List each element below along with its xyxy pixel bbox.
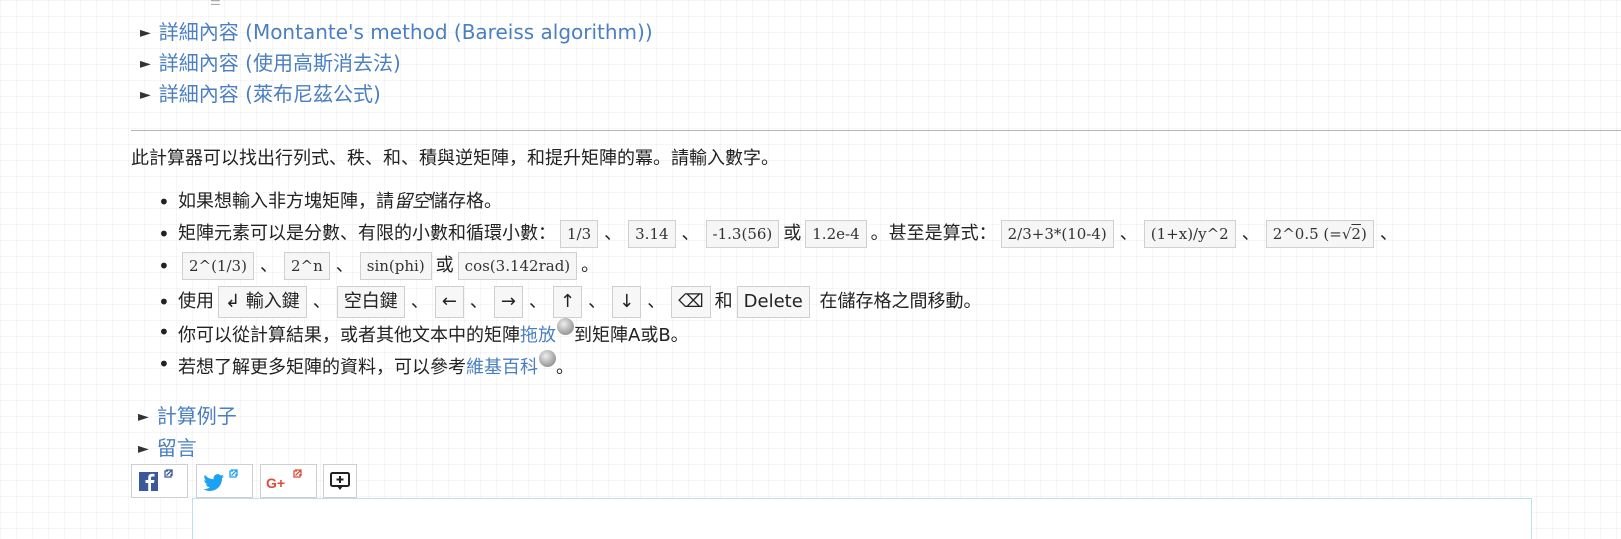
rule-non-square: 如果想輸入非方塊矩陣，請留空儲存格。 (158, 186, 1618, 218)
space-key: 空白鍵 (336, 286, 405, 318)
example-sci: 1.2e-4 (805, 220, 867, 248)
example-expr-6: sin(phi) (359, 252, 432, 280)
drag-drop-link[interactable]: 拖放 (520, 325, 556, 346)
comment-box[interactable] (192, 498, 1532, 539)
rule-drag-drop: 你可以從計算結果，或者其他文本中的矩陣拖放到矩陣A或B。 (158, 318, 1618, 350)
toggle-examples[interactable]: ► 計算例子 (138, 400, 237, 429)
twitter-icon (203, 469, 238, 491)
wikipedia-icon (557, 318, 574, 335)
example-expr-2: (1+x)/y^2 (1143, 220, 1236, 248)
rule-number-formats-cont: 2^(1/3)、2^n、sin(phi)或cos(3.142rad)。 (158, 250, 1618, 282)
example-decimal: 3.14 (628, 220, 676, 248)
details-montante[interactable]: ► 詳細內容 (Montante's method (Bareiss algori… (140, 16, 653, 45)
instruction-list: 如果想輸入非方塊矩陣，請留空儲存格。 矩陣元素可以是分數、有限的小數和循環小數：… (158, 186, 1618, 382)
rule-navigation-keys: 使用↲ 輸入鍵、空白鍵、←、→、↑、↓、⌫和Delete 在儲存格之間移動。 (158, 286, 1618, 318)
down-arrow-key: ↓ (612, 286, 642, 318)
example-expr-1: 2/3+3*(10-4) (1000, 220, 1114, 248)
svg-text:G+: G+ (266, 475, 285, 491)
example-expr-4: 2^(1/3) (182, 252, 254, 280)
rule-number-formats: 矩陣元素可以是分數、有限的小數和循環小數：1/3、3.14、-1.3(56)或1… (158, 218, 1618, 250)
expand-triangle-icon: ► (138, 409, 149, 425)
wikipedia-icon (539, 350, 556, 367)
google-plus-icon: G+ (266, 469, 302, 491)
expand-triangle-icon: ► (140, 25, 151, 41)
wikipedia-link[interactable]: 維基百科 (466, 357, 538, 378)
left-arrow-key: ← (434, 286, 464, 318)
example-expr-5: 2^n (283, 252, 330, 280)
enter-key: ↲ 輸入鍵 (218, 286, 307, 318)
expand-triangle-icon: ► (138, 441, 149, 457)
example-fraction: 1/3 (560, 220, 599, 248)
rule-wikipedia: 若想了解更多矩陣的資料，可以參考維基百科。 (158, 350, 1618, 382)
details-leibniz[interactable]: ► 詳細內容 (萊布尼茲公式) (140, 78, 381, 107)
up-arrow-key: ↑ (553, 286, 583, 318)
twitter-share-button[interactable] (196, 464, 253, 498)
divider (131, 130, 1621, 131)
right-arrow-key: → (493, 286, 523, 318)
google-plus-share-button[interactable]: G+ (260, 464, 317, 498)
intro-text: 此計算器可以找出行列式、秩、和、積與逆矩陣，和提升矩陣的冪。請輸入數字。 (131, 148, 779, 169)
backspace-key: ⌫ (671, 286, 711, 318)
details-gaussian[interactable]: ► 詳細內容 (使用高斯消去法) (140, 47, 401, 76)
toggle-comments[interactable]: ► 留言 (138, 432, 197, 461)
facebook-share-button[interactable] (131, 464, 188, 498)
example-expr-3: 2^0.5 (=√2) (1265, 220, 1374, 248)
delete-key: Delete (736, 286, 810, 318)
feedback-icon (330, 472, 350, 490)
collapsed-menu-icon: ☰ (210, 0, 221, 8)
example-expr-7: cos(3.142rad) (457, 252, 578, 280)
expand-triangle-icon: ► (140, 56, 151, 72)
expand-triangle-icon: ► (140, 87, 151, 103)
facebook-icon (139, 469, 173, 491)
example-repeating: -1.3(56) (705, 220, 780, 248)
feedback-button[interactable] (323, 464, 357, 498)
